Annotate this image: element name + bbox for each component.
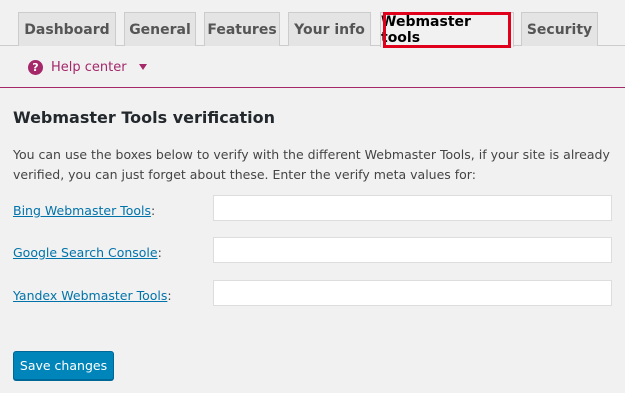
google-field-label: Google Search Console: <box>13 245 162 260</box>
tab-features[interactable]: Features <box>204 12 280 46</box>
yandex-field-label: Yandex Webmaster Tools: <box>13 288 172 303</box>
tab-label: Webmaster tools <box>381 14 471 46</box>
yandex-verify-input[interactable] <box>213 280 612 306</box>
tab-dashboard[interactable]: Dashboard <box>18 12 116 46</box>
bing-verify-input[interactable] <box>213 195 612 221</box>
help-center-label: Help center <box>51 59 127 75</box>
tab-webmaster-tools[interactable]: Webmaster tools <box>380 12 514 47</box>
section-description: You can use the boxes below to verify wi… <box>13 147 610 182</box>
tab-bar: Dashboard General Features Your info Web… <box>0 0 625 47</box>
save-changes-button[interactable]: Save changes <box>13 351 114 380</box>
tab-security[interactable]: Security <box>521 12 598 46</box>
tab-label: Features <box>207 21 277 38</box>
tab-label: Security <box>526 21 593 38</box>
divider <box>0 87 625 88</box>
tab-your-info[interactable]: Your info <box>288 12 371 46</box>
tab-label: General <box>129 21 191 38</box>
caret-down-icon <box>138 64 147 70</box>
question-circle-icon: ? <box>28 59 43 75</box>
tab-general[interactable]: General <box>124 12 196 46</box>
tab-label: Your info <box>294 21 365 38</box>
section-title: Webmaster Tools verification <box>13 108 275 127</box>
bing-field-label: Bing Webmaster Tools: <box>13 203 156 218</box>
yandex-webmaster-tools-link[interactable]: Yandex Webmaster Tools <box>13 288 167 303</box>
help-center-toggle[interactable]: ? Help center <box>28 58 147 76</box>
google-search-console-link[interactable]: Google Search Console <box>13 245 158 260</box>
google-verify-input[interactable] <box>213 237 612 263</box>
tab-label: Dashboard <box>24 21 110 38</box>
bing-webmaster-tools-link[interactable]: Bing Webmaster Tools <box>13 203 151 218</box>
